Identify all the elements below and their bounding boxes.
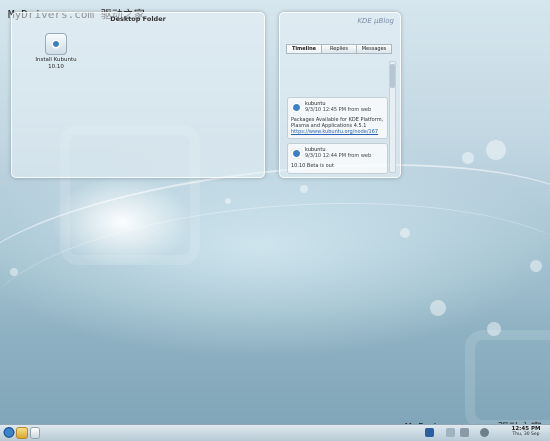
list-item: kubuntu 9/3/10 12:45 PM from web Package… (287, 97, 388, 140)
desktop-icon-install-kubuntu[interactable]: Install Kubuntu 10.10 (32, 33, 80, 71)
wallpaper-bubble (300, 185, 308, 193)
pager-icon[interactable] (30, 427, 40, 439)
post-time: 9/3/10 12:45 PM from web (305, 107, 372, 113)
wallpaper-bubble (400, 228, 410, 238)
wallpaper-bubble (487, 322, 501, 336)
desktop-icon-label: Install Kubuntu 10.10 (35, 57, 77, 70)
wallpaper-bubble (225, 198, 231, 204)
tab-replies[interactable]: Replies (322, 44, 357, 54)
post-time: 9/3/10 12:44 PM from web (305, 153, 372, 160)
wallpaper-shape (465, 330, 550, 430)
folder-view-title: Desktop Folder (110, 15, 166, 23)
clock[interactable]: 12:45 PM Thu, 30 Sep (506, 426, 546, 438)
klipper-icon[interactable] (460, 428, 469, 437)
clock-date: Thu, 30 Sep (512, 432, 540, 437)
list-item: kubuntu 9/3/10 12:44 PM from web 10.10 B… (287, 143, 388, 174)
network-icon[interactable] (425, 428, 434, 437)
scrollbar-thumb[interactable] (390, 64, 395, 88)
tab-timeline[interactable]: Timeline (286, 44, 322, 54)
wallpaper-bubble (530, 260, 542, 272)
folder-view-widget[interactable]: Desktop Folder Install Kubuntu 10.10 (11, 12, 265, 178)
wallpaper-bubble (430, 300, 446, 316)
timeline-scrollbar[interactable] (389, 61, 396, 173)
activities-icon[interactable] (16, 427, 28, 439)
installer-icon (45, 33, 67, 55)
avatar[interactable] (291, 148, 302, 160)
volume-icon[interactable] (446, 428, 455, 437)
kickoff-menu-icon[interactable] (3, 427, 15, 439)
tab-messages[interactable]: Messages (357, 44, 392, 54)
wallpaper-bubble (486, 140, 506, 160)
taskbar: 12:45 PM Thu, 30 Sep (0, 424, 550, 441)
post-text: 10.10 Beta is out (291, 163, 334, 170)
post-link[interactable]: https://www.kubuntu.org/node/167 (291, 129, 384, 135)
post-text: Packages Available for KDE Platform, Pla… (291, 117, 384, 130)
microblog-brand: KDE µBlog (357, 17, 394, 25)
microblog-widget[interactable]: KDE µBlog Timeline Replies Messages kubu… (279, 12, 401, 178)
avatar[interactable] (291, 102, 302, 113)
microblog-timeline[interactable]: kubuntu 9/3/10 12:45 PM from web Package… (287, 97, 388, 185)
wallpaper-bubble (10, 268, 18, 276)
notifications-icon[interactable] (480, 428, 489, 437)
wallpaper-bubble (462, 152, 474, 164)
microblog-tabs: Timeline Replies Messages (286, 44, 392, 54)
